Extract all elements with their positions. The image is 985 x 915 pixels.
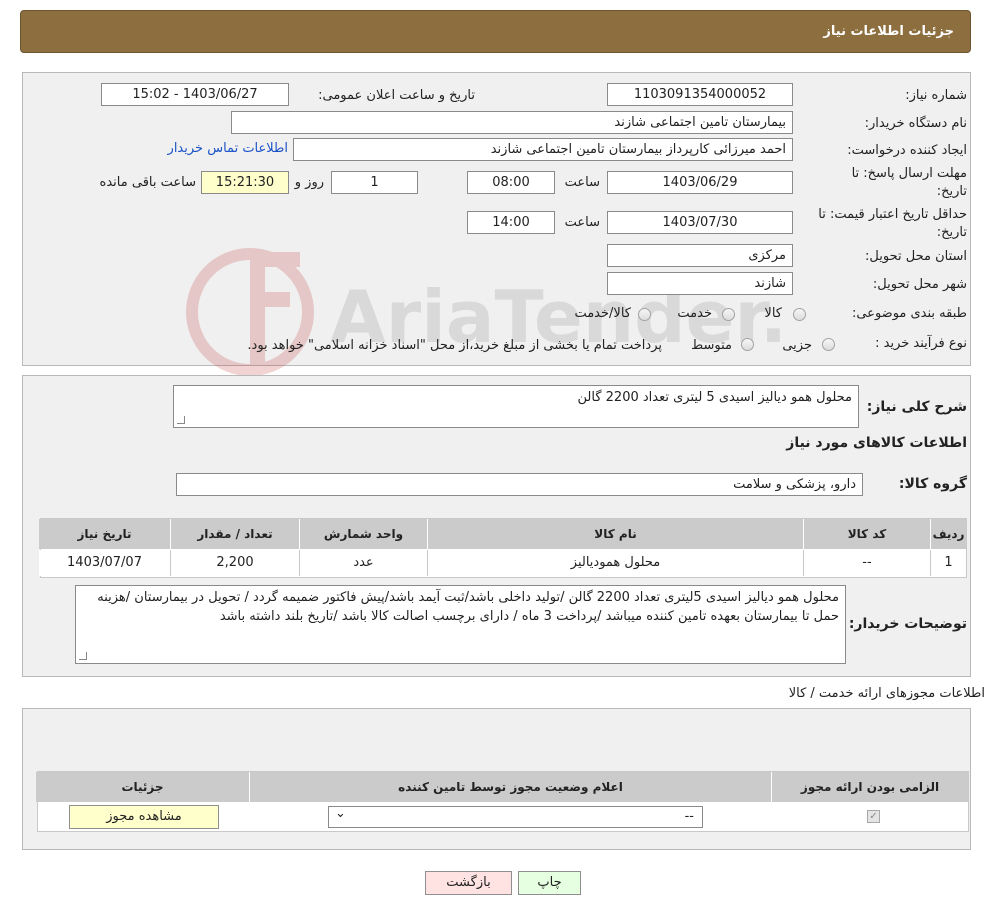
announce-label: تاریخ و ساعت اعلان عمومی: <box>318 88 475 103</box>
category-goods-label: کالا <box>764 306 782 321</box>
deadline-label-2: تاریخ: <box>936 184 967 199</box>
permit-status-select[interactable]: -- ⌄ <box>328 806 703 828</box>
permit-col-details: جزئیات <box>36 772 249 802</box>
category-both-label: کالا/خدمت <box>574 306 631 321</box>
deadline-time-label: ساعت <box>564 175 600 190</box>
goods-table: ردیف کد کالا نام کالا واحد شمارش تعداد /… <box>39 518 967 578</box>
price-valid-label-2: تاریخ: <box>936 225 967 240</box>
general-desc-text: محلول همو دیالیز اسیدی 5 لیتری تعداد 220… <box>577 390 852 405</box>
table-cell-code: -- <box>803 550 930 576</box>
price-valid-time-field: 14:00 <box>467 211 555 234</box>
category-both-radio[interactable] <box>638 308 651 321</box>
buyer-contact-link[interactable]: اطلاعات تماس خریدار <box>168 141 288 156</box>
permit-required-checkbox: ✓ <box>867 810 880 823</box>
back-button[interactable]: بازگشت <box>425 871 512 895</box>
general-desc-label: شرح کلی نیاز: <box>866 399 967 415</box>
goods-group-label: گروه کالا: <box>898 476 967 492</box>
page-header: جزئیات اطلاعات نیاز <box>20 10 971 53</box>
col-header-name: نام کالا <box>427 519 803 549</box>
deadline-time-field: 08:00 <box>467 171 555 194</box>
deadline-date-field: 1403/06/29 <box>607 171 793 194</box>
need-number-field: 1103091354000052 <box>607 83 793 106</box>
table-cell-row: 1 <box>930 550 966 576</box>
buyer-notes-field[interactable]: محلول همو دیالیز اسیدی 5لیتری تعداد 2200… <box>75 585 846 664</box>
table-cell-date: 1403/07/07 <box>39 550 170 576</box>
price-valid-date-field: 1403/07/30 <box>607 211 793 234</box>
process-label: نوع فرآیند خرید : <box>875 336 967 351</box>
process-note: پرداخت تمام یا بخشی از مبلغ خرید،از محل … <box>247 338 662 353</box>
resize-grip-icon[interactable] <box>177 416 185 424</box>
days-field: 1 <box>331 171 418 194</box>
province-label: استان محل تحویل: <box>865 249 967 264</box>
process-partial-radio[interactable] <box>822 338 835 351</box>
permits-table: الزامی بودن ارائه مجوز اعلام وضعیت مجوز … <box>36 771 969 832</box>
col-header-date: تاریخ نیاز <box>39 519 170 549</box>
city-label: شهر محل تحویل: <box>872 277 967 292</box>
buyer-org-label: نام دستگاه خریدار: <box>864 116 967 131</box>
category-service-label: خدمت <box>677 306 712 321</box>
category-label: طبقه بندی موضوعی: <box>851 306 967 321</box>
chevron-down-icon: ⌄ <box>335 806 346 821</box>
price-valid-time-label: ساعت <box>564 215 600 230</box>
remaining-label: ساعت باقی مانده <box>99 175 196 190</box>
table-cell-unit: عدد <box>299 550 427 576</box>
page-title: جزئیات اطلاعات نیاز <box>823 24 954 39</box>
process-medium-radio[interactable] <box>741 338 754 351</box>
process-medium-label: متوسط <box>691 338 732 353</box>
col-header-row: ردیف <box>930 519 966 549</box>
col-header-qty: تعداد / مقدار <box>170 519 299 549</box>
resize-grip-icon[interactable] <box>79 652 87 660</box>
view-permit-button[interactable]: مشاهده مجوز <box>69 805 219 829</box>
days-label: روز و <box>294 175 324 190</box>
permit-status-value: -- <box>684 809 694 824</box>
city-field: شازند <box>607 272 793 295</box>
permit-col-status: اعلام وضعیت مجوز توسط تامین کننده <box>249 772 771 802</box>
requester-label: ایجاد کننده درخواست: <box>847 143 967 158</box>
buyer-org-field: بیمارستان تامین اجتماعی شازند <box>231 111 793 134</box>
deadline-label: مهلت ارسال پاسخ: تا <box>851 166 967 181</box>
price-valid-label: حداقل تاریخ اعتبار قیمت: تا <box>818 207 967 222</box>
category-service-radio[interactable] <box>722 308 735 321</box>
permit-col-required: الزامی بودن ارائه مجوز <box>771 772 968 802</box>
buyer-notes-text: محلول همو دیالیز اسیدی 5لیتری تعداد 2200… <box>97 590 839 624</box>
remaining-time-field: 15:21:30 <box>201 171 289 194</box>
col-header-code: کد کالا <box>803 519 930 549</box>
province-field: مرکزی <box>607 244 793 267</box>
table-cell-qty: 2,200 <box>170 550 299 576</box>
process-partial-label: جزیی <box>782 338 812 353</box>
need-number-label: شماره نیاز: <box>905 88 967 103</box>
col-header-unit: واحد شمارش <box>299 519 427 549</box>
buyer-notes-label: توضیحات خریدار: <box>848 616 967 632</box>
general-desc-field[interactable]: محلول همو دیالیز اسیدی 5 لیتری تعداد 220… <box>173 385 859 428</box>
goods-info-title: اطلاعات کالاهای مورد نیاز <box>786 435 967 451</box>
requester-field: احمد میرزائی کارپرداز بیمارستان تامین اج… <box>293 138 793 161</box>
goods-group-field: دارو، پزشکی و سلامت <box>176 473 863 496</box>
permits-section-title: اطلاعات مجوزهای ارائه خدمت / کالا <box>788 686 985 701</box>
table-cell-name: محلول همودیالیز <box>427 550 803 576</box>
category-goods-radio[interactable] <box>793 308 806 321</box>
print-button[interactable]: چاپ <box>518 871 581 895</box>
announce-field: 1403/06/27 - 15:02 <box>101 83 289 106</box>
